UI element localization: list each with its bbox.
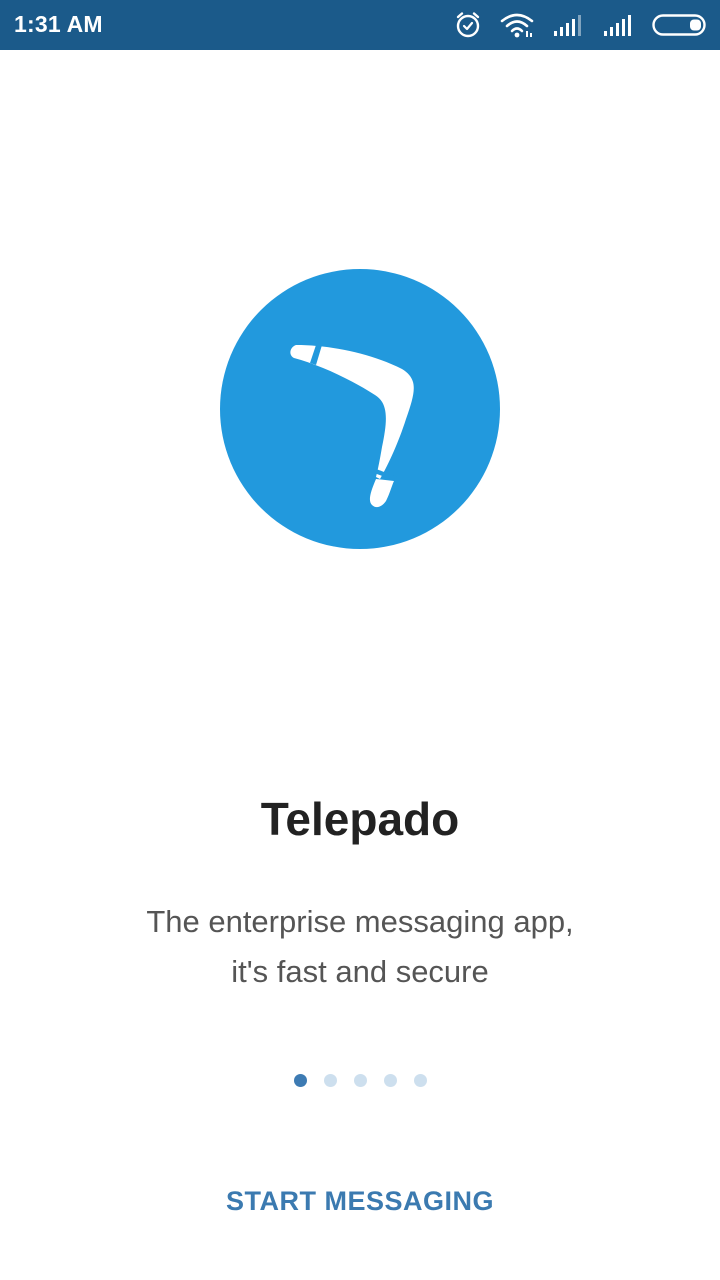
- description-line: it's fast and secure: [231, 954, 489, 989]
- boomerang-icon: [220, 269, 500, 549]
- description-line: The enterprise messaging app,: [146, 904, 574, 939]
- page-dot[interactable]: [323, 1074, 337, 1087]
- page-indicator: [0, 1074, 720, 1087]
- page-dot[interactable]: [413, 1074, 427, 1087]
- start-messaging-button[interactable]: START MESSAGING: [200, 1170, 520, 1232]
- page-dot[interactable]: [383, 1074, 397, 1087]
- onboarding-screen: 1:31 AM Telepado The enterprise messagin…: [0, 0, 720, 1280]
- app-description: The enterprise messaging app, it's fast …: [100, 897, 620, 997]
- signal-icon: [604, 15, 631, 36]
- status-time: 1:31 AM: [14, 11, 103, 37]
- alarm-icon: [456, 12, 480, 38]
- signal-icon: [554, 15, 581, 36]
- wifi-icon: [500, 13, 534, 38]
- app-title: Telepado: [260, 793, 460, 845]
- page-dot[interactable]: [353, 1074, 367, 1087]
- status-bar: 1:31 AM: [0, 0, 720, 50]
- battery-icon: [652, 14, 706, 36]
- app-logo: [220, 269, 500, 549]
- page-dot-active[interactable]: [293, 1074, 307, 1087]
- status-icons: [454, 10, 708, 40]
